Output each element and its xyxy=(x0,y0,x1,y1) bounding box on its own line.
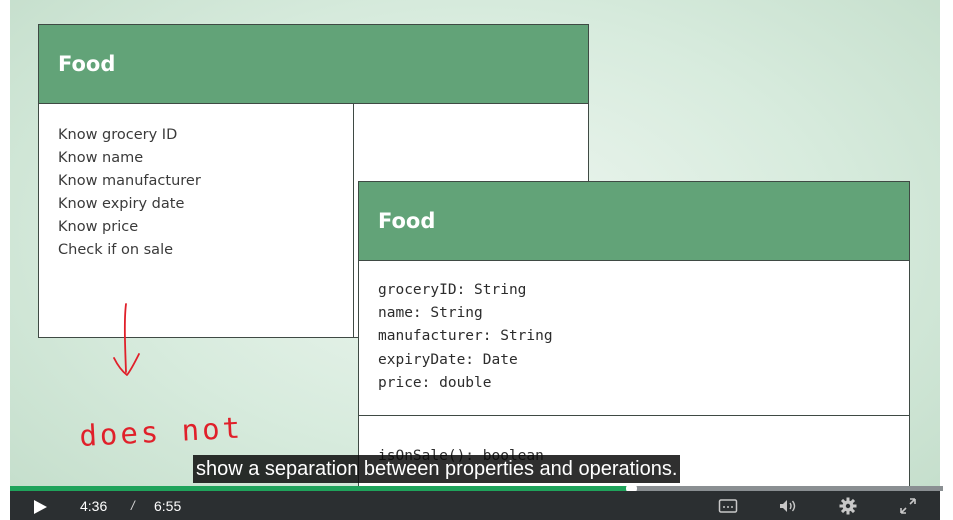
attribute-item: manufacturer: String xyxy=(378,328,553,345)
video-frame[interactable]: Food Know grocery ID Know name Know manu… xyxy=(10,0,940,520)
responsibility-item: Know manufacturer xyxy=(58,173,201,189)
current-time: 4:36 xyxy=(80,498,108,514)
responsibility-item: Know expiry date xyxy=(58,196,185,212)
play-icon[interactable] xyxy=(32,499,48,515)
attribute-item: expiryDate: Date xyxy=(378,351,518,368)
volume-icon[interactable] xyxy=(778,497,798,515)
uml-class-card: Food groceryID: String name: String manu… xyxy=(358,181,910,501)
handwritten-text: does not xyxy=(79,410,244,453)
responsibility-item: Know price xyxy=(58,219,139,235)
time-separator: / xyxy=(131,498,135,513)
operations-separator xyxy=(359,415,909,416)
player-control-bar: 4:36 / 6:55 xyxy=(10,491,940,520)
responsibility-item: Know name xyxy=(58,150,144,166)
uml-class-title: Food xyxy=(359,182,909,261)
attribute-item: groceryID: String xyxy=(378,282,527,298)
fullscreen-icon[interactable] xyxy=(898,497,918,515)
responsibility-item: Check if on sale xyxy=(58,242,174,258)
attribute-item: name: String xyxy=(378,305,483,322)
captions-icon[interactable] xyxy=(718,497,738,515)
attribute-list: groceryID: String name: String manufactu… xyxy=(378,279,553,395)
duration: 6:55 xyxy=(154,498,182,514)
settings-icon[interactable] xyxy=(838,497,858,515)
arrow-head xyxy=(113,353,140,376)
responsibility-item: Know grocery ID xyxy=(58,127,178,143)
subtitle-caption: show a separation between properties and… xyxy=(193,455,681,483)
collaborators-divider xyxy=(353,104,354,337)
attribute-item: price: double xyxy=(378,374,492,391)
crc-card-title: Food xyxy=(39,25,588,104)
responsibility-list: Know grocery ID Know name Know manufactu… xyxy=(58,124,201,262)
